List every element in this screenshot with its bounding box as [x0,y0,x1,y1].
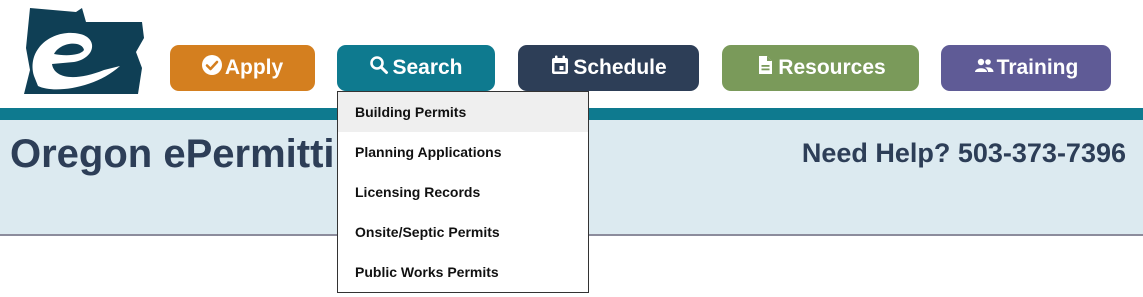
oregon-epermitting-logo[interactable] [24,8,144,94]
search-icon [369,55,392,81]
menu-item-public-works-permits[interactable]: Public Works Permits [338,252,588,292]
calendar-icon [550,55,573,81]
training-button-label: Training [996,56,1079,79]
menu-item-label: Licensing Records [355,184,481,200]
menu-item-licensing-records[interactable]: Licensing Records [338,172,588,212]
menu-item-label: Onsite/Septic Permits [355,224,500,240]
menu-item-onsite-septic-permits[interactable]: Onsite/Septic Permits [338,212,588,252]
schedule-button[interactable]: Schedule [518,45,699,91]
menu-item-label: Planning Applications [355,144,502,160]
training-button[interactable]: Training [941,45,1111,91]
people-icon [974,55,997,81]
menu-item-planning-applications[interactable]: Planning Applications [338,132,588,172]
menu-item-building-permits[interactable]: Building Permits [338,92,588,132]
menu-item-label: Building Permits [355,104,467,120]
resources-button-label: Resources [778,56,886,79]
search-button[interactable]: Search [337,45,495,91]
resources-button[interactable]: Resources [722,45,919,91]
search-button-label: Search [392,56,463,79]
document-icon [755,55,778,81]
help-phone-number[interactable]: Need Help? 503-373-7396 [802,138,1126,169]
menu-item-label: Public Works Permits [355,264,499,280]
apply-button[interactable]: Apply [170,45,315,91]
page-title: Oregon ePermitting [10,132,335,176]
check-circle-icon [201,55,225,81]
search-dropdown-menu: Building Permits Planning Applications L… [337,91,589,293]
schedule-button-label: Schedule [573,56,667,79]
apply-button-label: Apply [224,56,284,79]
